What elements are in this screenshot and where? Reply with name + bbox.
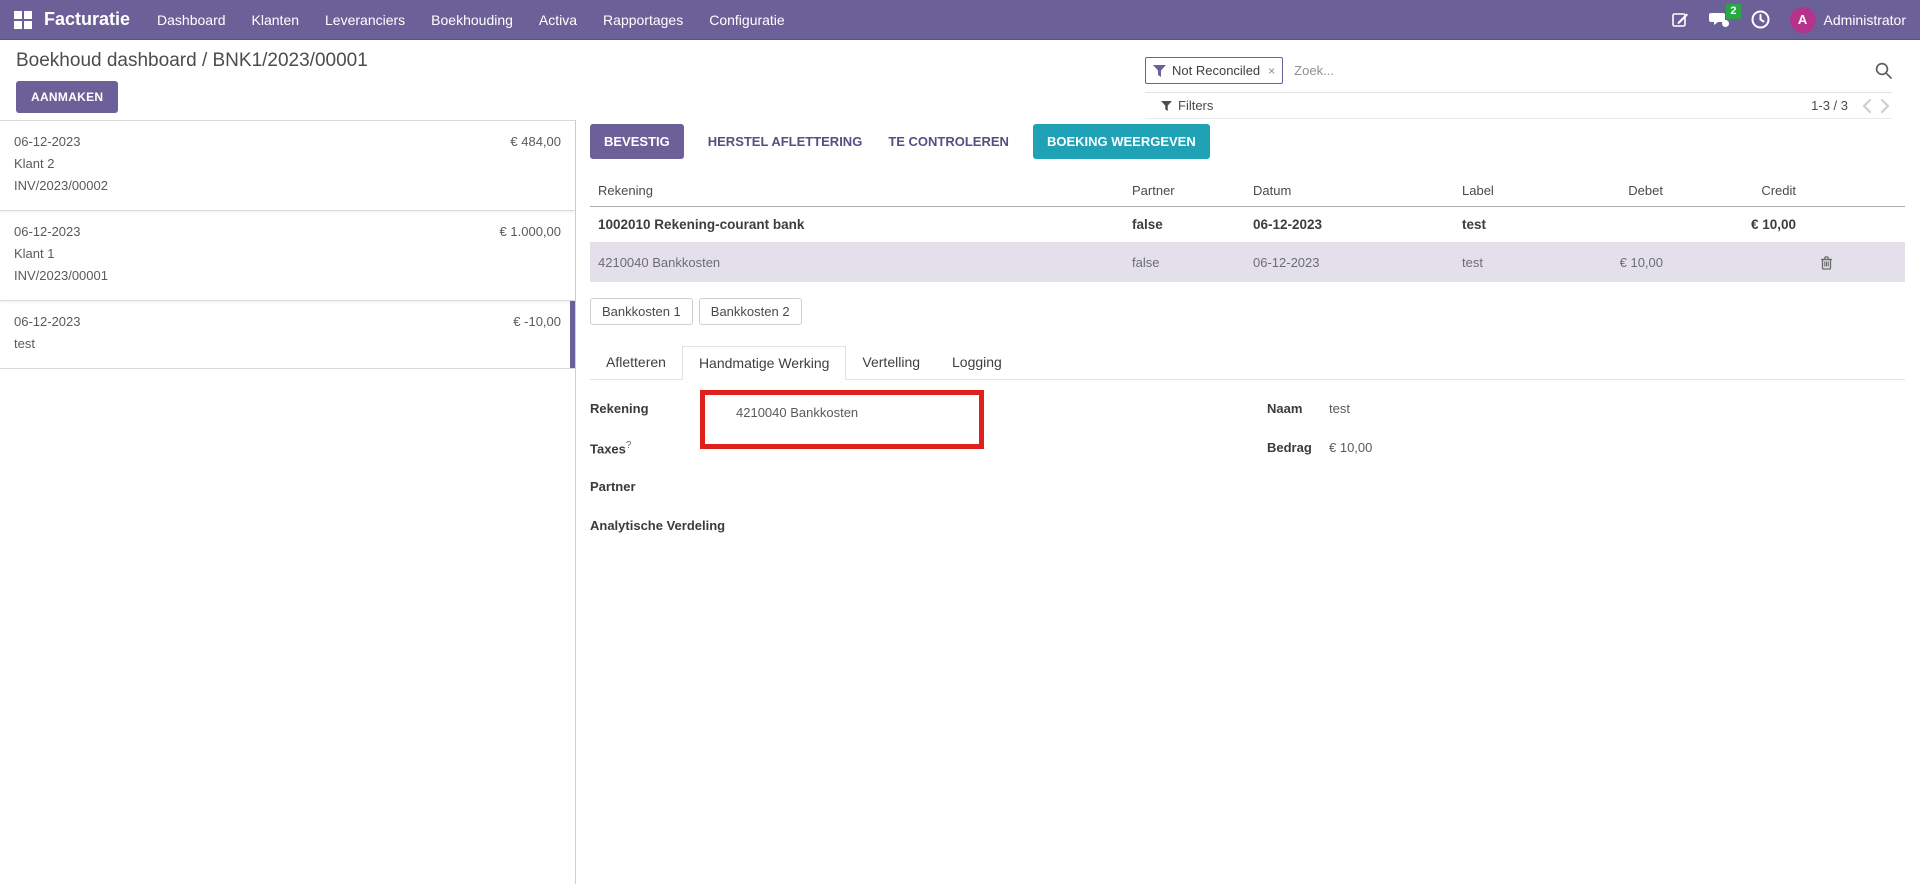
pager-range: 1-3 / 3: [1811, 98, 1848, 113]
undo-reconciliation-button[interactable]: HERSTEL AFLETTERING: [706, 124, 865, 159]
analytic-distribution-label: Analytische Verdeling: [590, 518, 700, 554]
partner-label: Partner: [590, 479, 700, 515]
taxes-help-icon: ?: [626, 440, 632, 451]
account-field-value: 4210040 Bankkosten: [736, 405, 979, 420]
search-icon[interactable]: [1875, 62, 1892, 79]
col-credit: Credit: [1673, 183, 1806, 198]
nav-item-leveranciers[interactable]: Leveranciers: [312, 0, 418, 40]
filter-funnel-icon: [1146, 65, 1172, 77]
filters-row: Filters 1-3 / 3: [1145, 93, 1892, 119]
user-name: Administrator: [1824, 12, 1906, 28]
col-partner: Partner: [1132, 183, 1253, 198]
message-count-badge: 2: [1726, 4, 1740, 19]
apps-grid-icon[interactable]: [14, 11, 32, 29]
col-debet: Debet: [1553, 183, 1673, 198]
row-account: 4210040 Bankkosten: [590, 255, 1132, 270]
search-bar: Not Reconciled ×: [1145, 49, 1892, 93]
txn-partner: test: [14, 334, 561, 353]
breadcrumb-parent[interactable]: Boekhoud dashboard: [16, 50, 197, 71]
nav-item-klanten[interactable]: Klanten: [239, 0, 312, 40]
row-partner: false: [1132, 217, 1253, 232]
txn-amount: € 1.000,00: [500, 222, 561, 241]
row-label: test: [1462, 255, 1553, 270]
reconcile-widget: BEVESTIG HERSTEL AFLETTERING TE CONTROLE…: [576, 120, 1920, 884]
table-row-proposition[interactable]: 4210040 Bankkosten false 06-12-2023 test…: [590, 242, 1905, 282]
view-entry-button[interactable]: BOEKING WEERGEVEN: [1033, 124, 1210, 159]
delete-line-icon[interactable]: [1820, 255, 1905, 270]
statement-line[interactable]: 06-12-2023 Klant 2 INV/2023/00002 € 484,…: [0, 120, 575, 211]
search-input[interactable]: [1294, 63, 1875, 78]
control-panel: Boekhoud dashboard / BNK1/2023/00001 AAN…: [0, 40, 1920, 120]
col-rekening: Rekening: [590, 183, 1132, 198]
amount-field[interactable]: € 10,00: [1329, 440, 1372, 476]
next-page-button[interactable]: [1878, 97, 1892, 115]
row-partner: false: [1132, 255, 1253, 270]
nav-item-configuratie[interactable]: Configuratie: [696, 0, 798, 40]
nav-item-rapportages[interactable]: Rapportages: [590, 0, 696, 40]
validate-button[interactable]: BEVESTIG: [590, 124, 684, 159]
filters-label: Filters: [1178, 98, 1213, 113]
tab-afletteren[interactable]: Afletteren: [590, 346, 682, 379]
nav-item-activa[interactable]: Activa: [526, 0, 590, 40]
txn-date: 06-12-2023: [14, 132, 561, 151]
txn-date: 06-12-2023: [14, 222, 561, 241]
statement-lines-panel: 06-12-2023 Klant 2 INV/2023/00002 € 484,…: [0, 120, 576, 884]
tab-vertelling[interactable]: Vertelling: [846, 346, 936, 379]
name-field[interactable]: test: [1329, 401, 1350, 437]
edit-note-icon[interactable]: [1672, 11, 1689, 28]
txn-amount: € -10,00: [513, 312, 561, 331]
tab-handmatige-werking[interactable]: Handmatige Werking: [682, 346, 846, 380]
user-menu[interactable]: A Administrator: [1790, 7, 1906, 33]
txn-ref: INV/2023/00002: [14, 176, 561, 195]
tab-logging[interactable]: Logging: [936, 346, 1018, 379]
breadcrumb-separator: /: [202, 50, 207, 71]
statement-line[interactable]: 06-12-2023 Klant 1 INV/2023/00001 € 1.00…: [0, 211, 575, 301]
name-label: Naam: [1267, 401, 1329, 437]
filters-toggle[interactable]: Filters: [1161, 98, 1213, 113]
txn-partner: Klant 1: [14, 244, 561, 263]
notebook-tabs: Afletteren Handmatige Werking Vertelling…: [590, 346, 1905, 380]
txn-ref: INV/2023/00001: [14, 266, 561, 285]
row-debit: € 10,00: [1553, 255, 1673, 270]
create-button[interactable]: AANMAKEN: [16, 81, 118, 113]
col-label: Label: [1462, 183, 1553, 198]
facet-remove-icon[interactable]: ×: [1260, 64, 1282, 78]
row-date: 06-12-2023: [1253, 255, 1462, 270]
taxes-label: Taxes?: [590, 440, 700, 476]
col-datum: Datum: [1253, 183, 1462, 198]
statement-line-selected[interactable]: 06-12-2023 test € -10,00: [0, 301, 575, 369]
row-date: 06-12-2023: [1253, 217, 1462, 232]
nav-item-dashboard[interactable]: Dashboard: [144, 0, 239, 40]
activities-clock-icon[interactable]: [1751, 10, 1770, 29]
row-credit: € 10,00: [1673, 217, 1806, 232]
filters-funnel-icon: [1161, 101, 1172, 111]
prev-page-button[interactable]: [1860, 97, 1874, 115]
txn-date: 06-12-2023: [14, 312, 561, 331]
table-row[interactable]: 1002010 Rekening-courant bank false 06-1…: [590, 207, 1905, 242]
search-facet: Not Reconciled ×: [1145, 57, 1283, 84]
account-label: Rekening: [590, 401, 700, 437]
nav-item-boekhouding[interactable]: Boekhouding: [418, 0, 526, 40]
app-brand[interactable]: Facturatie: [44, 9, 130, 30]
to-check-button[interactable]: TE CONTROLEREN: [886, 124, 1011, 159]
row-label: test: [1462, 217, 1553, 232]
messages-icon[interactable]: 2: [1709, 11, 1731, 29]
amount-label: Bedrag: [1267, 440, 1329, 476]
txn-amount: € 484,00: [510, 132, 561, 151]
table-header: Rekening Partner Datum Label Debet Credi…: [590, 183, 1905, 207]
breadcrumb: Boekhoud dashboard / BNK1/2023/00001: [16, 50, 1129, 72]
manual-operation-form: 4210040 Bankkosten Rekening Taxes? Partn…: [590, 398, 1905, 554]
row-account: 1002010 Rekening-courant bank: [590, 217, 1132, 232]
txn-partner: Klant 2: [14, 154, 561, 173]
quick-add-bankkosten-2[interactable]: Bankkosten 2: [699, 298, 802, 325]
account-field-highlighted[interactable]: 4210040 Bankkosten: [700, 390, 984, 449]
quick-add-bankkosten-1[interactable]: Bankkosten 1: [590, 298, 693, 325]
breadcrumb-current: BNK1/2023/00001: [213, 50, 368, 71]
move-lines-table: Rekening Partner Datum Label Debet Credi…: [590, 183, 1905, 282]
facet-label: Not Reconciled: [1172, 63, 1260, 78]
avatar: A: [1790, 7, 1816, 33]
top-navbar: Facturatie Dashboard Klanten Leverancier…: [0, 0, 1920, 40]
